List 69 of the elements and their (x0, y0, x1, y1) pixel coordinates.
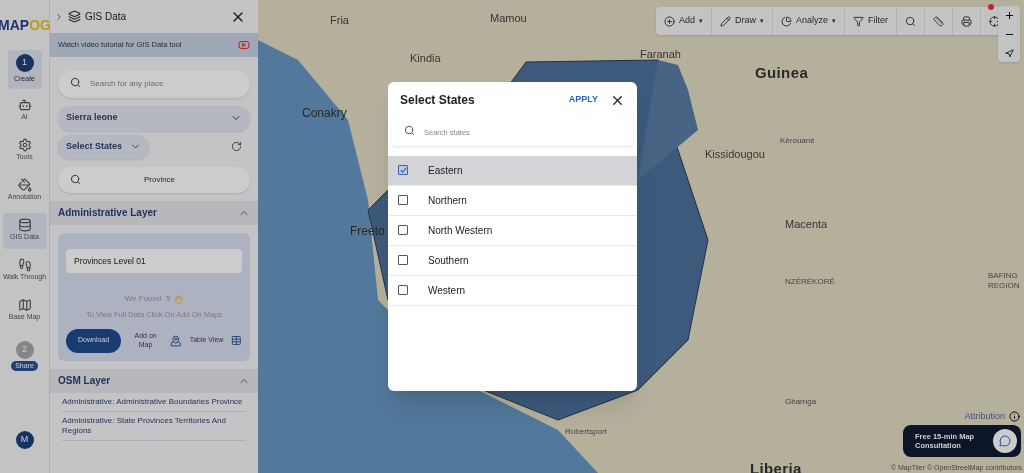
map-label: Robertsport (565, 426, 607, 438)
map-label: Gbarnga (785, 396, 817, 408)
user-avatar[interactable]: M (15, 431, 34, 449)
apply-button[interactable]: APPLY (568, 93, 598, 107)
map-label: BAFING (988, 270, 1018, 282)
map-label: Kissidougou (705, 147, 765, 162)
map-label: Guinea (755, 63, 809, 83)
map-label: Kindia (410, 51, 441, 66)
dialog-title: Select States (400, 92, 476, 109)
state-option[interactable]: Northern (388, 185, 637, 216)
crosshair-icon (989, 15, 1001, 27)
toolbar-button[interactable]: Filter (845, 7, 898, 35)
state-option[interactable]: Southern (388, 245, 637, 276)
paint-bucket-icon (17, 178, 32, 193)
info-icon[interactable] (1009, 411, 1020, 423)
chat-icon (993, 429, 1017, 453)
layers-icon (68, 10, 81, 23)
state-option[interactable]: Western (388, 275, 637, 306)
osm-layer-item[interactable]: Administrative: State Provinces Territories And Regions (62, 411, 246, 441)
checkbox[interactable] (398, 195, 408, 205)
pie-chart-icon (781, 15, 793, 27)
filter-icon (853, 15, 865, 27)
robot-icon (17, 98, 32, 113)
compass-icon[interactable] (1004, 48, 1014, 58)
video-icon (238, 39, 250, 51)
layer-name: Provinces Level 01 (66, 248, 242, 274)
country-select[interactable]: Sierra leone (58, 105, 250, 131)
chevron-right-icon[interactable] (54, 11, 64, 22)
attribution-link[interactable]: Attribution (964, 410, 1005, 424)
map-label: Kérouané (780, 135, 815, 147)
checkbox[interactable] (398, 225, 408, 235)
place-search-field[interactable]: Search for any place (58, 69, 250, 98)
osm-layer-item[interactable]: Administrative: Administrative Boundaries Province (62, 392, 246, 412)
step-number: 1 (15, 54, 34, 72)
checkbox[interactable] (398, 255, 408, 265)
pencil-icon (720, 15, 731, 27)
refresh-icon[interactable] (231, 141, 242, 152)
search-icon (905, 15, 917, 27)
ruler-icon (933, 15, 945, 27)
checkbox[interactable] (398, 285, 408, 295)
found-count: We Found 5 (124, 293, 171, 306)
search-icon (70, 77, 81, 88)
zoom-in-icon[interactable] (1003, 10, 1015, 22)
section-header[interactable]: OSM Layer (50, 368, 258, 393)
printer-icon (961, 15, 973, 27)
plus-circle-icon (664, 15, 675, 27)
layer-search-field[interactable]: Province (58, 166, 250, 193)
step-number: 2 (15, 340, 34, 359)
map-pin-icon (170, 334, 182, 347)
map-label: Mamou (490, 11, 527, 26)
map-label: Fria (330, 13, 349, 28)
section-header[interactable]: Administrative Layer (50, 200, 258, 225)
search-icon (404, 125, 415, 136)
map-label: NZÉRÉKORÉ (785, 276, 835, 288)
map-label: Macenta (785, 217, 828, 232)
map-label: REGION (988, 280, 1020, 292)
map-icon (17, 298, 32, 313)
state-option[interactable]: Eastern (388, 155, 637, 186)
footprints-icon (17, 258, 32, 273)
state-option[interactable]: North Western (388, 215, 637, 246)
hand-icon (174, 294, 184, 304)
map-label: Faranah (640, 47, 681, 62)
gear-icon (17, 138, 32, 153)
select-states-button[interactable]: Select States (58, 134, 150, 159)
panel-title: GIS Data (85, 10, 128, 24)
table-icon (231, 335, 242, 346)
database-icon (17, 218, 32, 233)
search-icon (70, 174, 81, 185)
checkbox[interactable] (398, 165, 408, 175)
